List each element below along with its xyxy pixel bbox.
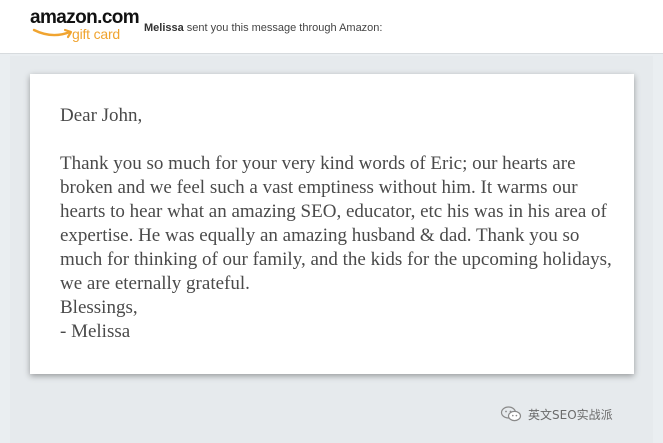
logo-subtext: gift card	[72, 26, 120, 42]
watermark: 英文SEO实战派	[500, 404, 613, 424]
amazon-gift-card-logo[interactable]: amazon.com gift card	[30, 8, 140, 48]
greeting: Dear John,	[60, 105, 143, 126]
sender-name: Melissa	[144, 22, 184, 34]
closing: Blessings,	[60, 297, 138, 318]
watermark-text: 英文SEO实战派	[528, 407, 613, 422]
logo-text: amazon.com	[30, 7, 140, 28]
wechat-icon	[500, 406, 522, 422]
signature: - Melissa	[60, 321, 131, 342]
email-header: amazon.com gift card Melissa sent you th…	[0, 0, 663, 54]
sender-notice: Melissa sent you this message through Am…	[144, 21, 382, 35]
message-card: Dear John, Thank you so much for your ve…	[30, 74, 634, 374]
message-body: Thank you so much for your very kind wor…	[60, 153, 612, 294]
sender-notice-text: sent you this message through Amazon:	[183, 22, 383, 34]
letter-body: Dear John, Thank you so much for your ve…	[60, 104, 620, 344]
